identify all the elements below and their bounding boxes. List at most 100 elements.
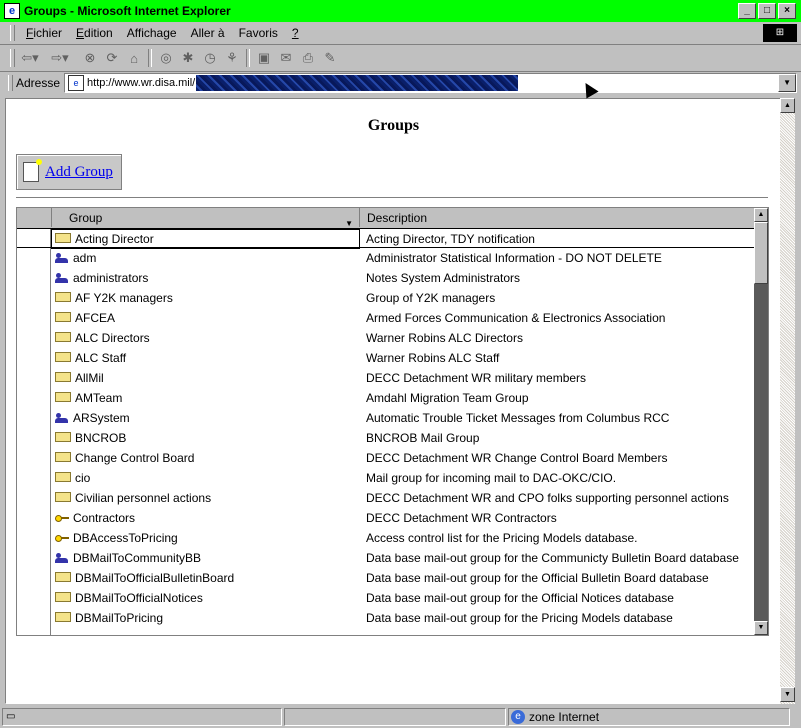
table-row[interactable]: cio Mail group for incoming mail to DAC-O… [17, 468, 754, 488]
group-cell[interactable]: ARSystem [51, 408, 360, 428]
table-row[interactable]: ARSystem Automatic Trouble Ticket Message… [17, 408, 754, 428]
group-cell[interactable]: AllMil [51, 368, 360, 388]
scroll-down-icon[interactable]: ▼ [780, 687, 795, 702]
maximize-button[interactable]: □ [758, 3, 776, 19]
table-row[interactable]: BNCROB BNCROB Mail Group [17, 428, 754, 448]
group-cell[interactable]: cio [51, 468, 360, 488]
scroll-up-icon[interactable]: ▲ [780, 98, 795, 113]
column-header-group[interactable]: Group ▼ [51, 208, 360, 228]
fullscreen-icon[interactable]: ▣ [253, 48, 275, 68]
folder-icon [55, 332, 71, 342]
view-scroll-down-icon[interactable]: ▼ [754, 621, 768, 635]
menu-item[interactable]: Aller à [184, 26, 232, 40]
group-cell[interactable]: DBMailToPricing [51, 608, 360, 628]
home-icon[interactable]: ⌂ [123, 48, 145, 68]
group-cell[interactable]: adm [51, 248, 360, 268]
forward-icon[interactable]: ⇨▾ [49, 48, 71, 68]
add-group-button[interactable]: Add Group [16, 154, 122, 190]
group-name[interactable]: administrators [73, 271, 148, 285]
group-name[interactable]: cio [75, 471, 90, 485]
group-cell[interactable]: ALC Directors [51, 328, 360, 348]
address-dropdown-button[interactable]: ▼ [778, 74, 797, 92]
group-name[interactable]: BNCROB [75, 431, 126, 445]
group-cell[interactable]: DBMailToOfficialBulletinBoard [51, 568, 360, 588]
column-header-description[interactable]: Description [361, 208, 754, 227]
group-name[interactable]: Contractors [73, 511, 135, 525]
group-name[interactable]: DBMailToPricing [75, 611, 163, 625]
menu-item[interactable]: Fichier [19, 26, 69, 40]
group-name[interactable]: AllMil [75, 371, 104, 385]
group-name[interactable]: Civilian personnel actions [75, 491, 211, 505]
group-cell[interactable]: Civilian personnel actions [51, 488, 360, 508]
group-name[interactable]: DBMailToOfficialNotices [75, 591, 203, 605]
group-name[interactable]: DBMailToCommunityBB [73, 551, 201, 565]
menu-item[interactable]: Edition [69, 26, 120, 40]
group-name[interactable]: ALC Staff [75, 351, 126, 365]
table-row[interactable]: administrators Notes System Administrator… [17, 268, 754, 288]
menu-item[interactable]: ? [285, 26, 306, 40]
window-title: Groups - Microsoft Internet Explorer [24, 4, 231, 18]
group-name[interactable]: AF Y2K managers [75, 291, 173, 305]
group-name[interactable]: ARSystem [73, 411, 130, 425]
group-cell[interactable]: AF Y2K managers [51, 288, 360, 308]
table-row[interactable]: AFCEA Armed Forces Communication & Electr… [17, 308, 754, 328]
group-name[interactable]: Change Control Board [75, 451, 194, 465]
table-row[interactable]: DBMailToPricing Data base mail-out group … [17, 608, 754, 628]
edit-icon[interactable]: ✎ [319, 48, 341, 68]
group-cell[interactable]: AMTeam [51, 388, 360, 408]
group-name[interactable]: adm [73, 251, 96, 265]
address-url[interactable]: http://www.wr.disa.mil/ [87, 77, 195, 89]
view-scroll-thumb[interactable] [754, 222, 768, 284]
table-row[interactable]: AllMil DECC Detachment WR military member… [17, 368, 754, 388]
stop-icon[interactable]: ⊗ [79, 48, 101, 68]
back-icon[interactable]: ⇦▾ [19, 48, 41, 68]
print-icon[interactable]: ⎙ [297, 48, 319, 68]
table-row[interactable]: Contractors DECC Detachment WR Contractor… [17, 508, 754, 528]
history-icon[interactable]: ◷ [199, 48, 221, 68]
refresh-icon[interactable]: ⟳ [101, 48, 123, 68]
group-name[interactable]: ALC Directors [75, 331, 150, 345]
group-name[interactable]: Acting Director [75, 232, 154, 246]
table-row[interactable]: DBMailToOfficialNotices Data base mail-ou… [17, 588, 754, 608]
menu-item[interactable]: Affichage [120, 26, 184, 40]
group-cell[interactable]: Acting Director [51, 229, 360, 249]
table-row[interactable]: DBMailToCommunityBB Data base mail-out gr… [17, 548, 754, 568]
page-scrollbar[interactable]: ▲ ▼ [780, 98, 795, 704]
view-scrollbar[interactable]: ▲ ▼ [754, 208, 768, 635]
group-cell[interactable]: Contractors [51, 508, 360, 528]
table-row[interactable]: AF Y2K managers Group of Y2K managers [17, 288, 754, 308]
table-row[interactable]: DBMailToOfficialBulletinBoard Data base m… [17, 568, 754, 588]
mail-icon[interactable]: ✉ [275, 48, 297, 68]
menu-label: dition [84, 26, 113, 40]
channels-icon[interactable]: ⚘ [221, 48, 243, 68]
table-row[interactable]: Change Control Board DECC Detachment WR C… [17, 448, 754, 468]
group-cell[interactable]: ALC Staff [51, 348, 360, 368]
group-cell[interactable]: DBMailToOfficialNotices [51, 588, 360, 608]
table-row[interactable]: DBAccessToPricing Access control list for… [17, 528, 754, 548]
group-cell[interactable]: DBAccessToPricing [51, 528, 360, 548]
search-icon[interactable]: ◎ [155, 48, 177, 68]
address-input[interactable]: e http://www.wr.disa.mil/ ▼ [64, 73, 798, 93]
menu-item[interactable]: Favoris [232, 26, 285, 40]
view-scroll-up-icon[interactable]: ▲ [754, 208, 768, 222]
group-cell[interactable]: DBMailToCommunityBB [51, 548, 360, 568]
minimize-button[interactable]: _ [738, 3, 756, 19]
group-cell[interactable]: BNCROB [51, 428, 360, 448]
add-group-link[interactable]: Add Group [45, 164, 113, 181]
table-row[interactable]: AMTeam Amdahl Migration Team Group [17, 388, 754, 408]
table-row[interactable]: adm Administrator Statistical Information… [17, 248, 754, 268]
close-button[interactable]: × [778, 3, 796, 19]
group-name[interactable]: DBMailToOfficialBulletinBoard [75, 571, 234, 585]
group-name[interactable]: AMTeam [75, 391, 122, 405]
group-name[interactable]: AFCEA [75, 311, 115, 325]
table-row[interactable]: Civilian personnel actions DECC Detachmen… [17, 488, 754, 508]
table-row[interactable]: ALC Directors Warner Robins ALC Directors [17, 328, 754, 348]
table-row[interactable]: ALC Staff Warner Robins ALC Staff [17, 348, 754, 368]
group-cell[interactable]: administrators [51, 268, 360, 288]
group-name[interactable]: DBAccessToPricing [73, 531, 178, 545]
group-cell[interactable]: Change Control Board [51, 448, 360, 468]
group-description: Warner Robins ALC Directors [366, 331, 523, 345]
favorites-icon[interactable]: ✱ [177, 48, 199, 68]
table-row[interactable]: Acting Director Acting Director, TDY noti… [17, 228, 754, 249]
group-cell[interactable]: AFCEA [51, 308, 360, 328]
